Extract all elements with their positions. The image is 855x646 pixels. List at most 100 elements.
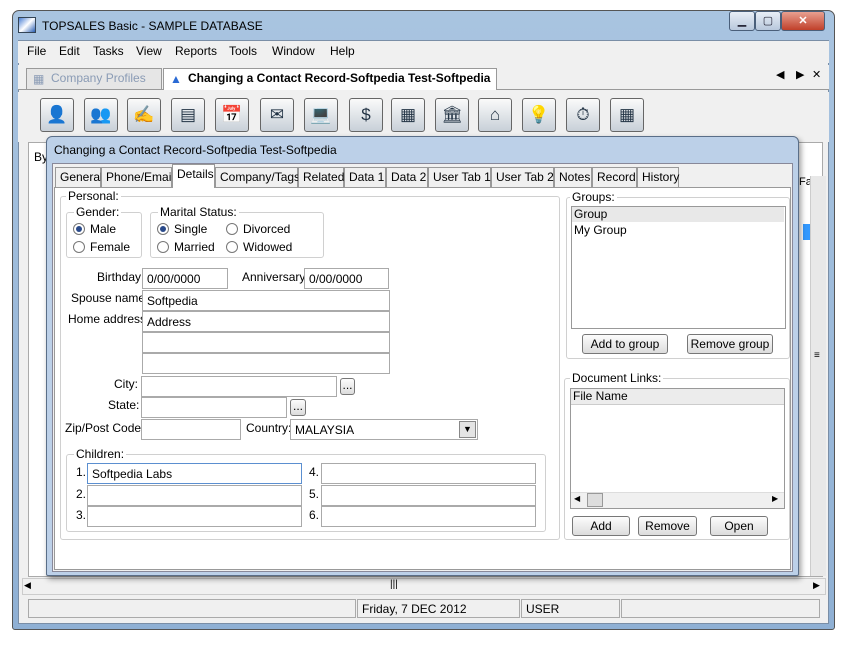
form-icon[interactable]: ▤ [171, 98, 205, 132]
menu-tools[interactable]: Tools [229, 44, 257, 58]
tab-close-icon[interactable]: ✕ [812, 68, 821, 81]
list-item[interactable]: Group [572, 207, 784, 222]
lamp-icon[interactable]: 💡 [522, 98, 556, 132]
menu-tasks[interactable]: Tasks [93, 44, 124, 58]
minimize-button[interactable]: ▁ [729, 11, 755, 31]
file-name-column-header[interactable]: File Name [571, 389, 784, 405]
shop-icon[interactable]: ⌂ [478, 98, 512, 132]
city-browse-button[interactable]: ... [340, 378, 355, 395]
child-4-field[interactable] [321, 463, 536, 484]
remove-document-button[interactable]: Remove [638, 516, 697, 536]
child-number: 4. [309, 465, 320, 479]
tab-user-tab-1[interactable]: User Tab 1 [428, 167, 491, 187]
marital-single-label: Single [174, 222, 208, 236]
status-date: Friday, 7 DEC 2012 [357, 599, 520, 618]
marital-married-radio[interactable] [157, 241, 169, 253]
register-icon[interactable]: ▦ [391, 98, 425, 132]
state-browse-button[interactable]: ... [290, 399, 306, 416]
open-document-button[interactable]: Open [710, 516, 768, 536]
chevron-down-icon[interactable]: ▼ [459, 421, 476, 438]
gender-female-radio[interactable] [73, 241, 85, 253]
marital-divorced-label: Divorced [243, 222, 291, 236]
tab-record[interactable]: Record [592, 167, 637, 187]
child-1-field[interactable]: Softpedia Labs [87, 463, 302, 484]
doc-tab-company-profiles[interactable]: ▦ Company Profiles [26, 68, 162, 89]
zip-label: Zip/Post Code: [65, 421, 145, 435]
app-icon[interactable] [18, 17, 36, 33]
child-5-field[interactable] [321, 485, 536, 506]
child-number: 3. [76, 508, 87, 522]
tab-data-2[interactable]: Data 2 [386, 167, 428, 187]
address-line-2[interactable] [142, 332, 390, 353]
gender-male-radio[interactable] [73, 223, 85, 235]
pen-icon[interactable]: ✍ [127, 98, 161, 132]
child-number: 6. [309, 508, 320, 522]
tab-history[interactable]: History [637, 167, 679, 187]
birthday-field[interactable]: 0/00/0000 [142, 268, 228, 289]
list-item[interactable]: My Group [572, 223, 627, 237]
marital-divorced-radio[interactable] [226, 223, 238, 235]
horizontal-scrollbar[interactable] [22, 578, 826, 595]
tab-notes[interactable]: Notes [554, 167, 592, 187]
zip-field[interactable] [141, 419, 241, 440]
scroll-left-icon[interactable]: ◀ [24, 580, 31, 591]
menu-reports[interactable]: Reports [175, 44, 217, 58]
tab-general[interactable]: General [55, 167, 103, 187]
spouse-label: Spouse name: [71, 291, 149, 305]
calculator-icon[interactable]: ▦ [610, 98, 644, 132]
child-3-field[interactable] [87, 506, 302, 527]
anniversary-field[interactable]: 0/00/0000 [304, 268, 389, 289]
city-field[interactable] [141, 376, 337, 397]
scroll-right-icon[interactable]: ▶ [772, 494, 778, 503]
menu-help[interactable]: Help [330, 44, 355, 58]
menu-view[interactable]: View [136, 44, 162, 58]
vertical-scrollbar[interactable] [810, 176, 826, 576]
tab-details[interactable]: Details [172, 164, 215, 188]
doc-tab-contact-record[interactable]: ▲ Changing a Contact Record-Softpedia Te… [163, 68, 497, 90]
address-line-1[interactable]: Address [142, 311, 390, 332]
add-to-group-button[interactable]: Add to group [582, 334, 668, 354]
close-window-button[interactable]: ✕ [781, 11, 825, 31]
menu-edit[interactable]: Edit [59, 44, 80, 58]
document-links-list[interactable] [570, 388, 785, 509]
people-icon[interactable]: 👥 [84, 98, 118, 132]
computer-icon[interactable]: 💻 [304, 98, 338, 132]
letter-icon[interactable]: ✉ [260, 98, 294, 132]
tab-data-1[interactable]: Data 1 [344, 167, 386, 187]
calendar-icon[interactable]: 📅 [215, 98, 249, 132]
address-line-3[interactable] [142, 353, 390, 374]
tab-prev-icon[interactable]: ◀ [776, 68, 784, 81]
tab-phone-email[interactable]: Phone/Email [101, 167, 174, 187]
child-number: 2. [76, 487, 87, 501]
bank-icon[interactable]: 🏛 [435, 98, 469, 132]
add-document-button[interactable]: Add [572, 516, 630, 536]
marital-single-radio[interactable] [157, 223, 169, 235]
tab-next-icon[interactable]: ▶ [796, 68, 804, 81]
gender-female-label: Female [90, 240, 131, 254]
scroll-thumb[interactable] [587, 493, 603, 507]
child-6-field[interactable] [321, 506, 536, 527]
country-select[interactable]: MALAYSIA [290, 419, 478, 440]
state-field[interactable] [141, 397, 287, 418]
remove-group-button[interactable]: Remove group [687, 334, 773, 354]
child-2-field[interactable] [87, 485, 302, 506]
tab-company-tags[interactable]: Company/Tags [215, 167, 300, 187]
spouse-field[interactable]: Softpedia [142, 290, 390, 311]
scroll-left-icon[interactable]: ◀ [574, 494, 580, 503]
timer-icon[interactable]: ⏱ [566, 98, 600, 132]
dollar-icon[interactable]: $ [349, 98, 383, 132]
menu-window[interactable]: Window [272, 44, 315, 58]
status-panel-4 [621, 599, 820, 618]
document-links-label: Document Links: [570, 371, 664, 385]
menu-file[interactable]: File [27, 44, 46, 58]
marital-widowed-radio[interactable] [226, 241, 238, 253]
contact-icon: ▲ [170, 72, 182, 86]
groups-label: Groups: [570, 190, 617, 204]
contact-icon[interactable]: 👤 [40, 98, 74, 132]
state-label: State: [108, 398, 140, 412]
tab-user-tab-2[interactable]: User Tab 2 [491, 167, 554, 187]
anniversary-label: Anniversary: [242, 270, 309, 284]
maximize-button[interactable]: ▢ [755, 11, 781, 31]
scroll-right-icon[interactable]: ▶ [813, 580, 820, 591]
tab-related[interactable]: Related [298, 167, 344, 187]
